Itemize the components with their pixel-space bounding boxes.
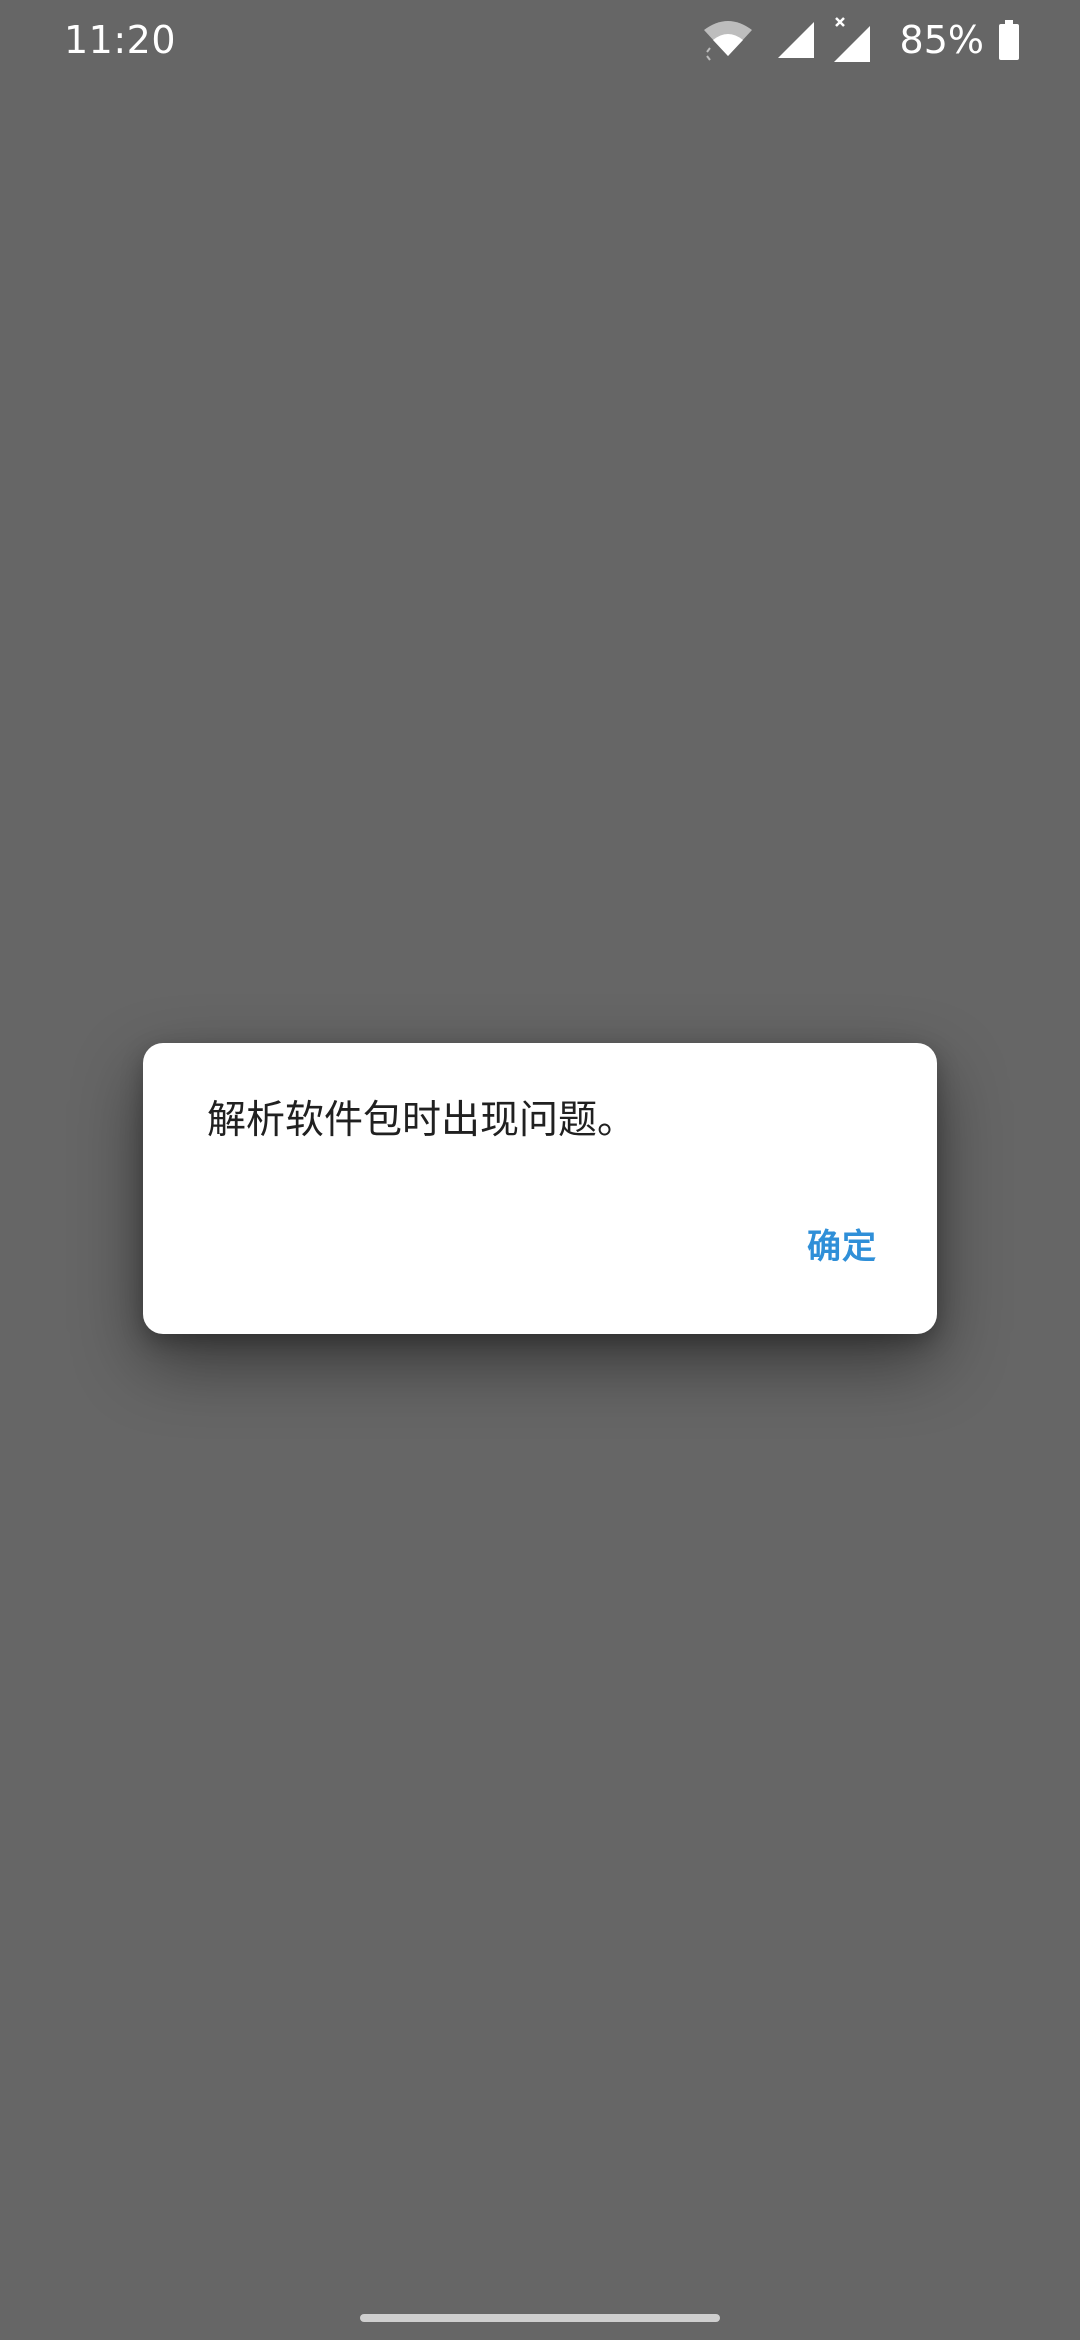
wifi-icon [703, 21, 752, 61]
status-bar: 11:20 85% [0, 0, 1080, 80]
status-icons: 85% [702, 14, 1020, 66]
ok-button[interactable]: 确定 [807, 1224, 877, 1270]
home-indicator[interactable] [360, 2314, 720, 2322]
error-dialog: 解析软件包时出现问题。 确定 [143, 1043, 937, 1334]
battery-icon [999, 20, 1019, 60]
cellular-signal-icon [777, 22, 814, 58]
battery-percent: 85% [899, 18, 984, 62]
cellular-signal-no-service-icon [833, 17, 870, 62]
status-time: 11:20 [64, 18, 177, 62]
dialog-message: 解析软件包时出现问题。 [207, 1098, 637, 1143]
